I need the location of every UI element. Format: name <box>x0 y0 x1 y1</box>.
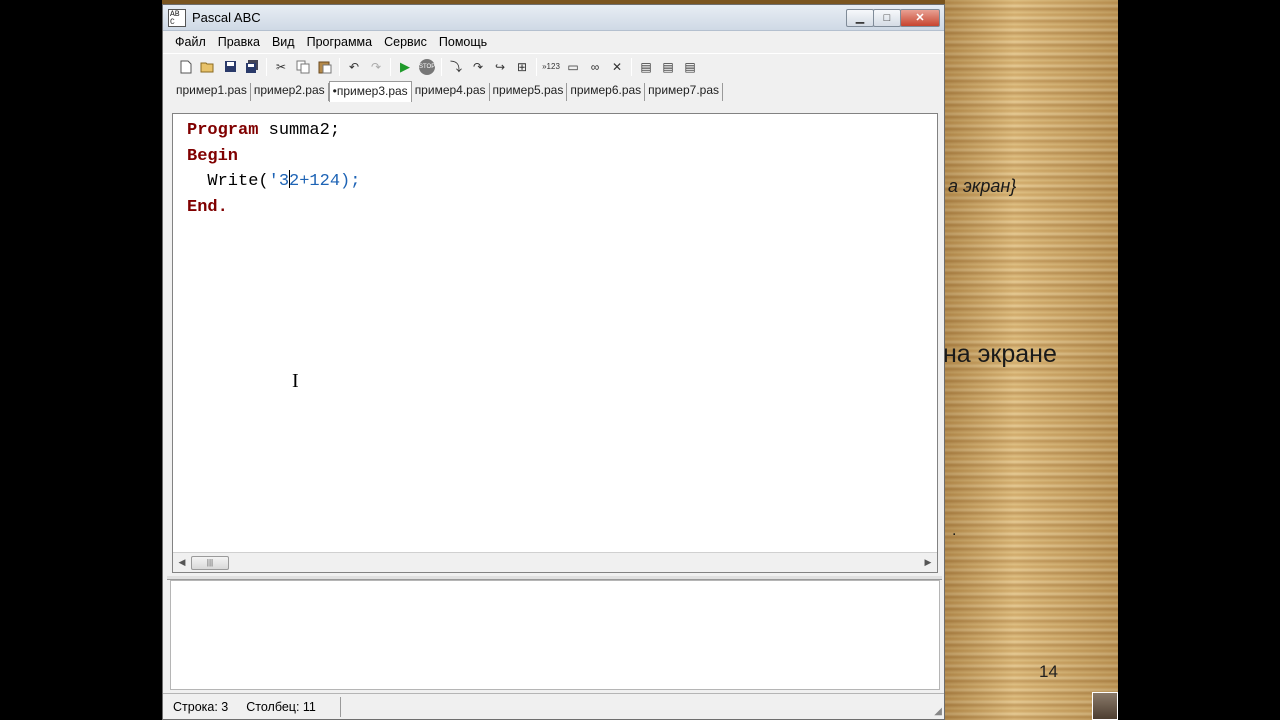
format-icon[interactable]: ▤ <box>657 57 679 77</box>
status-column: Столбец: 11 <box>246 699 316 714</box>
maximize-button[interactable]: □ <box>873 8 901 27</box>
string-literal-end: 2+124) <box>289 172 351 191</box>
pascal-abc-window: AB C Pascal ABC ▁ □ ✕ Файл Правка Вид Про… <box>162 4 945 720</box>
tab-example7[interactable]: пример7.pas <box>645 83 723 101</box>
scroll-thumb[interactable]: ||| <box>191 555 229 570</box>
open-folder-icon[interactable] <box>197 57 219 77</box>
scroll-right-icon[interactable]: ▶ <box>919 557 937 568</box>
file-tabs: пример1.pas пример2.pas •пример3.pas при… <box>163 79 944 102</box>
menu-bar: Файл Правка Вид Программа Сервис Помощь <box>163 31 944 53</box>
menu-help[interactable]: Помощь <box>439 35 487 49</box>
tab-example3[interactable]: •пример3.pas <box>328 81 412 102</box>
code-line-2: Begin <box>187 144 360 170</box>
scroll-left-icon[interactable]: ◀ <box>173 557 191 568</box>
close-icon[interactable]: ✕ <box>606 57 628 77</box>
keyword-program: Program <box>187 121 259 140</box>
window-controls: ▁ □ ✕ <box>846 8 940 27</box>
toolbar-separator <box>339 57 340 76</box>
menu-service[interactable]: Сервис <box>384 35 427 49</box>
toolbar-separator <box>536 57 537 76</box>
new-file-icon[interactable] <box>175 57 197 77</box>
menu-edit[interactable]: Правка <box>218 35 260 49</box>
run-icon[interactable]: ▶ <box>394 57 416 77</box>
program-name: summa2; <box>258 121 341 140</box>
code-content: Program summa2; Begin Write('32+124); En… <box>187 118 360 220</box>
write-call: Write( <box>207 172 269 191</box>
toolbar-separator <box>390 57 391 76</box>
keyword-end: End. <box>187 197 228 217</box>
code-line-4: End. <box>187 195 360 221</box>
cut-icon[interactable]: ✂ <box>270 57 292 77</box>
toolbar-separator <box>266 57 267 76</box>
toolbar-separator <box>631 57 632 76</box>
add-watch-icon[interactable]: ⊞ <box>511 57 533 77</box>
settings-icon[interactable]: ▤ <box>679 57 701 77</box>
step-over-icon[interactable]: ↷ <box>467 57 489 77</box>
step-into-icon[interactable]: ⤵ <box>445 57 467 77</box>
app-icon: AB C <box>168 8 186 27</box>
redo-icon[interactable]: ↷ <box>365 57 387 77</box>
string-literal-start: '3 <box>268 172 290 191</box>
close-button[interactable]: ✕ <box>900 8 940 27</box>
tab-example6[interactable]: пример6.pas <box>567 83 646 101</box>
horizontal-scrollbar[interactable]: ◀ ||| ▶ <box>173 552 937 572</box>
statement-terminator: ; <box>350 172 361 191</box>
status-row: Строка: 3 <box>173 699 229 714</box>
window-icon[interactable]: ▭ <box>562 57 584 77</box>
paste-icon[interactable] <box>314 57 336 77</box>
stop-icon[interactable]: STOP <box>416 57 438 77</box>
ibeam-cursor-icon: I <box>292 370 299 392</box>
save-all-icon[interactable] <box>241 57 263 77</box>
slide-page-number: 14 <box>1039 662 1058 681</box>
status-bar: Строка: 3 Столбец: 11 ◢ <box>163 693 944 719</box>
debug-icon[interactable]: ∞ <box>584 57 606 77</box>
copy-icon[interactable] <box>292 57 314 77</box>
resize-grip-icon[interactable]: ◢ <box>934 706 942 717</box>
tab-example5[interactable]: пример5.pas <box>490 83 568 101</box>
slide-text-1: а экран} <box>948 176 1017 196</box>
output-panel[interactable] <box>170 580 940 690</box>
code-editor[interactable]: Program summa2; Begin Write('32+124); En… <box>172 113 938 573</box>
menu-view[interactable]: Вид <box>272 35 295 49</box>
screen-left-border <box>0 0 162 720</box>
save-icon[interactable] <box>219 57 241 77</box>
step-out-icon[interactable]: ↪ <box>489 57 511 77</box>
keyword-begin: Begin <box>187 146 239 166</box>
tab-example1[interactable]: пример1.pas <box>173 83 251 101</box>
title-bar[interactable]: AB C Pascal ABC ▁ □ ✕ <box>163 5 944 31</box>
toolbar-separator <box>441 57 442 76</box>
scroll-track[interactable]: ||| <box>191 555 919 571</box>
status-divider <box>339 696 341 717</box>
window-title: Pascal ABC <box>192 10 261 25</box>
code-line-3: Write('32+124); <box>187 169 360 195</box>
presenter-thumbnail <box>1092 692 1118 720</box>
line-numbers-icon[interactable]: »123 <box>540 57 562 77</box>
slide-text-2: на экране <box>945 340 1057 368</box>
toolbar: ✂ ↶ ↷ ▶ STOP ⤵ ↷ ↪ ⊞ »123 ▭ ∞ ✕ ▤ ▤ ▤ <box>163 53 944 79</box>
background-slide: а экран} на экране . 14 <box>945 0 1118 720</box>
menu-file[interactable]: Файл <box>175 35 206 49</box>
tab-example4[interactable]: пример4.pas <box>412 83 490 101</box>
menu-program[interactable]: Программа <box>307 35 373 49</box>
compile-icon[interactable]: ▤ <box>635 57 657 77</box>
minimize-button[interactable]: ▁ <box>846 8 874 27</box>
undo-icon[interactable]: ↶ <box>343 57 365 77</box>
slide-text-3: . <box>952 522 957 539</box>
code-line-1: Program summa2; <box>187 118 360 144</box>
tab-example2[interactable]: пример2.pas <box>251 83 329 101</box>
